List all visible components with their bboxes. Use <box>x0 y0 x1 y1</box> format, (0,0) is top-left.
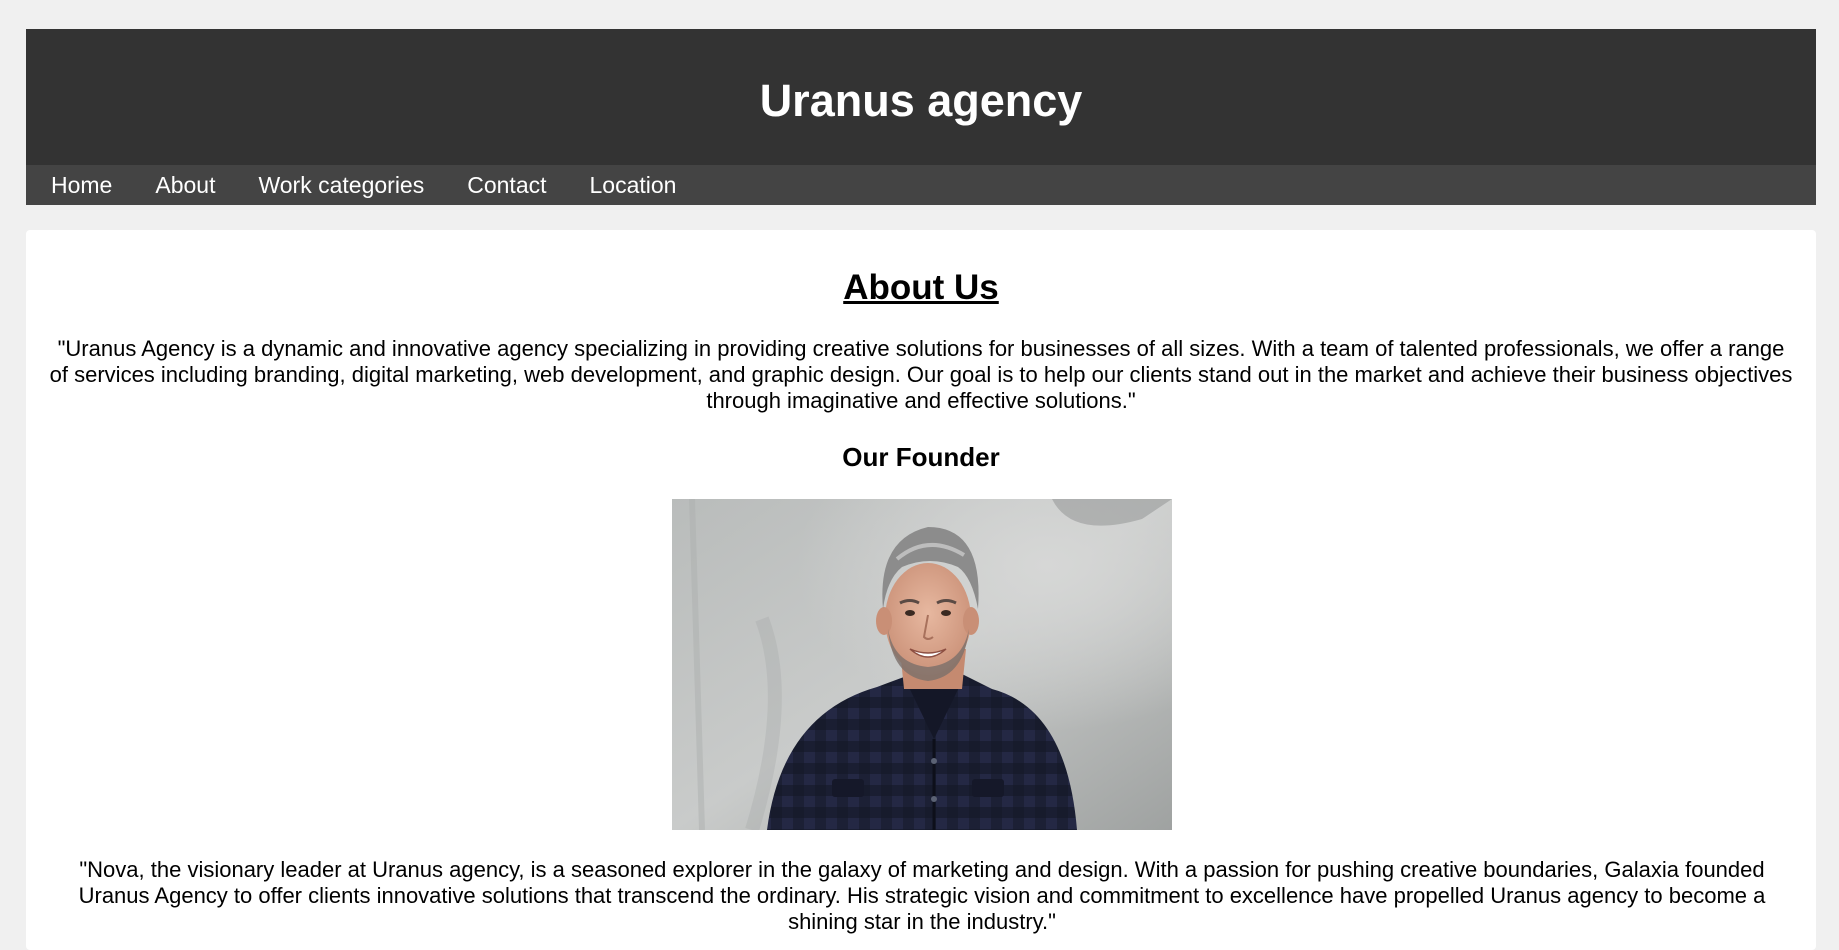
site-header: Uranus agency Home About Work categories… <box>26 29 1816 205</box>
founder-portrait-icon <box>672 499 1172 830</box>
content-card: About Us "Uranus Agency is a dynamic and… <box>26 230 1816 950</box>
founder-photo <box>672 499 1172 830</box>
nav-bar: Home About Work categories Contact Locat… <box>26 165 1816 205</box>
nav-link-work-categories[interactable]: Work categories <box>258 165 424 205</box>
about-heading: About Us <box>843 268 999 307</box>
founder-heading: Our Founder <box>842 442 1000 472</box>
site-title: Uranus agency <box>759 75 1083 126</box>
nav-link-contact[interactable]: Contact <box>467 165 546 205</box>
nav-link-home[interactable]: Home <box>51 165 112 205</box>
about-text: "Uranus Agency is a dynamic and innovati… <box>49 336 1793 413</box>
nav-link-about[interactable]: About <box>155 165 215 205</box>
nav-link-location[interactable]: Location <box>590 165 677 205</box>
founder-bio: "Nova, the visionary leader at Uranus ag… <box>78 857 1766 934</box>
